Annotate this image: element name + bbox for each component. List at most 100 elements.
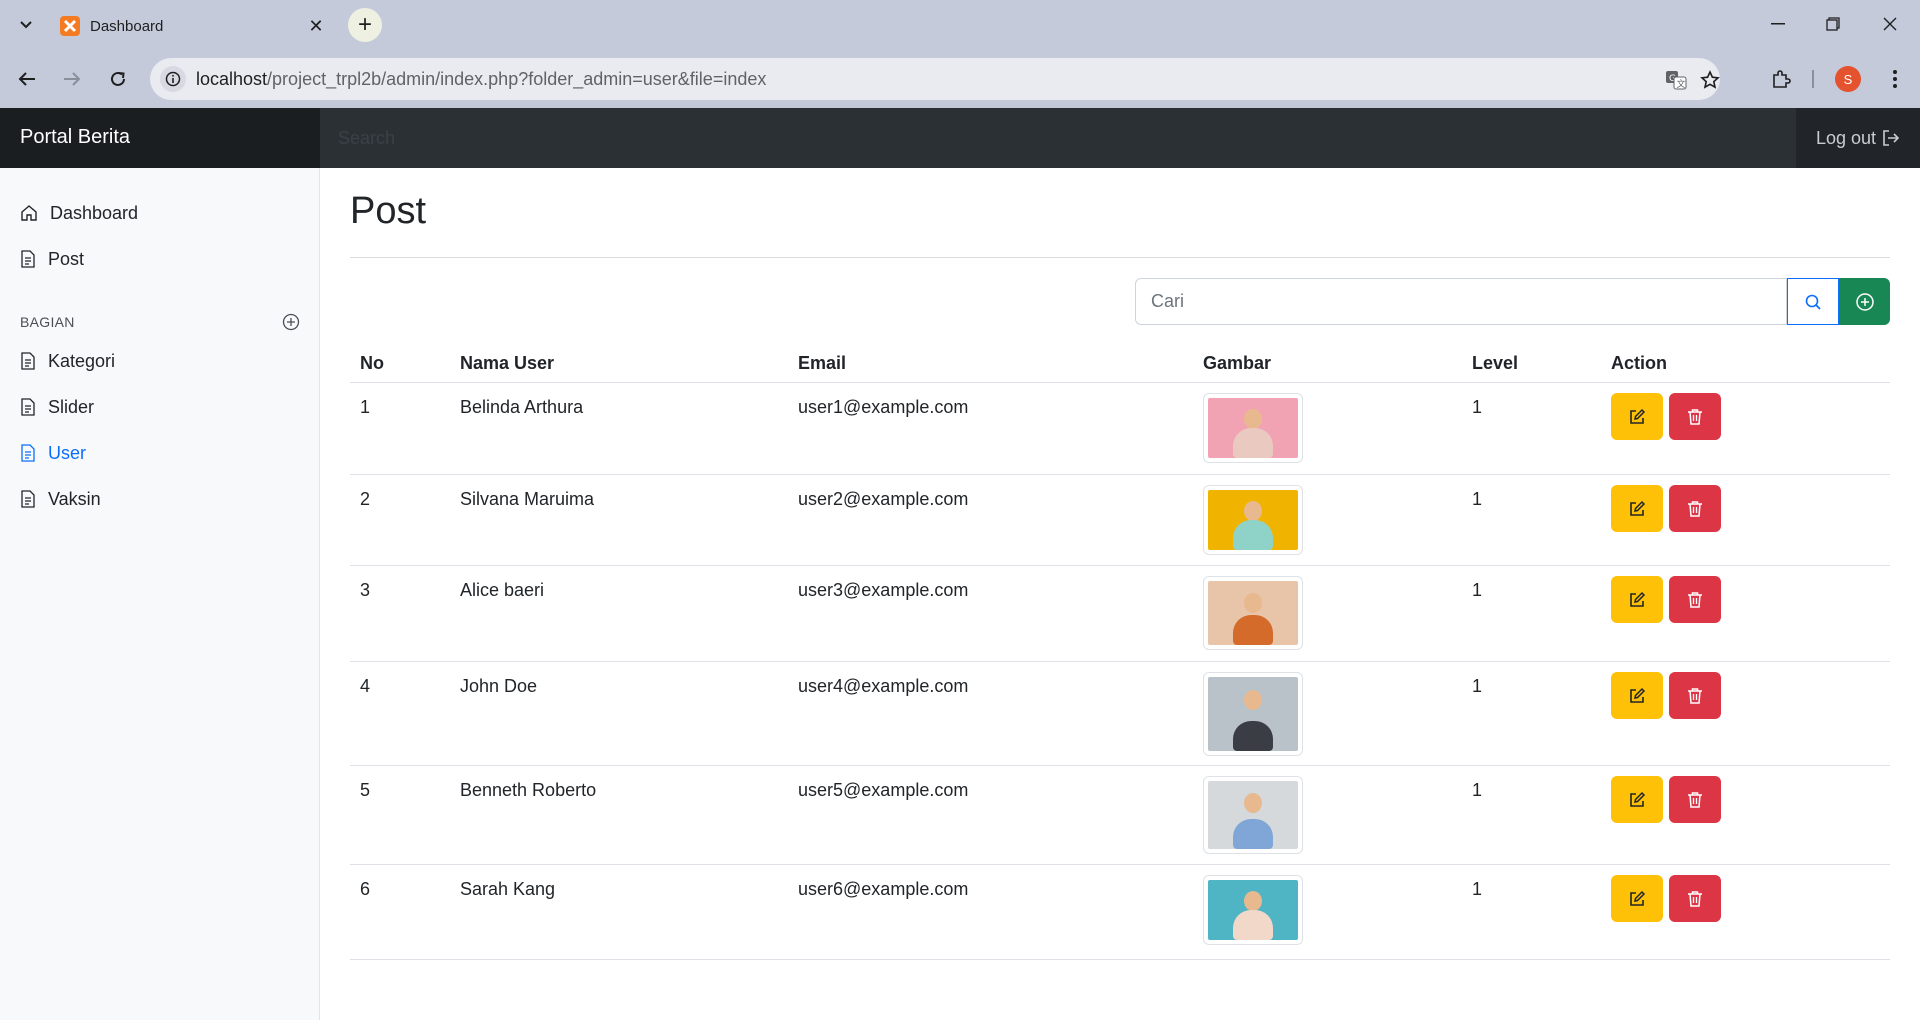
table-row: 1 Belinda Arthura user1@example.com 1 xyxy=(350,383,1890,475)
user-photo-thumbnail xyxy=(1203,485,1303,555)
new-tab-button[interactable]: + xyxy=(348,8,382,42)
sidebar-item-slider[interactable]: Slider xyxy=(20,392,94,422)
file-icon xyxy=(21,250,35,268)
user-photo xyxy=(1208,398,1298,458)
trash-icon xyxy=(1688,591,1702,608)
cell-name: Silvana Maruima xyxy=(460,489,595,509)
trash-icon xyxy=(1688,408,1702,425)
url-text[interactable]: localhost/project_trpl2b/admin/index.php… xyxy=(196,69,766,90)
divider xyxy=(350,257,1890,258)
pencil-square-icon xyxy=(1630,500,1646,516)
user-photo-thumbnail xyxy=(1203,393,1303,463)
delete-button[interactable] xyxy=(1669,672,1721,719)
tab-title: Dashboard xyxy=(90,18,164,35)
edit-button[interactable] xyxy=(1611,576,1663,623)
extensions-icon[interactable] xyxy=(1766,64,1796,94)
edit-button[interactable] xyxy=(1611,393,1663,440)
browser-tab-bar: Dashboard ✕ + xyxy=(0,0,1920,50)
pencil-square-icon xyxy=(1630,791,1646,807)
sidebar-item-post[interactable]: Post xyxy=(20,244,84,274)
sidebar-item-user[interactable]: User xyxy=(20,438,86,468)
pencil-square-icon xyxy=(1630,591,1646,607)
restore-icon[interactable] xyxy=(1813,10,1853,38)
address-bar[interactable]: localhost/project_trpl2b/admin/index.php… xyxy=(150,58,1720,100)
profile-avatar[interactable]: S xyxy=(1835,66,1861,92)
sidebar-item-dashboard[interactable]: Dashboard xyxy=(20,198,138,228)
brand-title[interactable]: Portal Berita xyxy=(0,108,320,168)
sidebar-item-label: User xyxy=(48,442,87,463)
table-row: 2 Silvana Maruima user2@example.com 1 xyxy=(350,475,1890,566)
close-icon[interactable]: ✕ xyxy=(306,16,326,36)
user-photo xyxy=(1208,880,1298,940)
search-icon xyxy=(1805,294,1821,310)
edit-button[interactable] xyxy=(1611,672,1663,719)
cell-no: 5 xyxy=(360,780,371,800)
cell-name: Benneth Roberto xyxy=(460,780,597,800)
menu-kebab-icon[interactable] xyxy=(1880,64,1910,94)
file-icon xyxy=(21,352,35,370)
search-button[interactable] xyxy=(1787,278,1839,325)
table-row: 5 Benneth Roberto user5@example.com 1 xyxy=(350,766,1890,865)
browser-toolbar: localhost/project_trpl2b/admin/index.php… xyxy=(0,50,1920,108)
delete-button[interactable] xyxy=(1669,393,1721,440)
cell-name: Belinda Arthura xyxy=(460,397,584,417)
delete-button[interactable] xyxy=(1669,485,1721,532)
reload-icon[interactable] xyxy=(103,64,133,94)
house-icon xyxy=(21,205,37,221)
tab-list-button[interactable] xyxy=(12,12,40,38)
edit-button[interactable] xyxy=(1611,485,1663,532)
cell-no: 3 xyxy=(360,580,371,600)
cell-level: 1 xyxy=(1472,397,1483,417)
column-header: Level xyxy=(1472,353,1519,373)
file-icon xyxy=(21,398,35,416)
delete-button[interactable] xyxy=(1669,875,1721,922)
logout-label: Log out xyxy=(1815,127,1877,148)
sidebar-item-label: Dashboard xyxy=(50,202,139,223)
table-row: 4 John Doe user4@example.com 1 xyxy=(350,662,1890,766)
table-row: 3 Alice baeri user3@example.com 1 xyxy=(350,566,1890,662)
star-icon[interactable] xyxy=(1698,68,1722,92)
cell-name: John Doe xyxy=(460,676,538,696)
user-photo xyxy=(1208,581,1298,645)
edit-button[interactable] xyxy=(1611,776,1663,823)
navbar-search-input[interactable] xyxy=(320,108,1796,168)
cell-no: 6 xyxy=(360,879,371,899)
delete-button[interactable] xyxy=(1669,776,1721,823)
trash-icon xyxy=(1688,791,1702,808)
pencil-square-icon xyxy=(1630,890,1646,906)
column-header: Gambar xyxy=(1203,353,1272,373)
sidebar-item-label: Kategori xyxy=(48,350,116,371)
plus-circle-icon[interactable] xyxy=(280,311,302,333)
sidebar-item-vaksin[interactable]: Vaksin xyxy=(20,484,101,514)
plus-circle-icon xyxy=(1855,292,1874,311)
cell-level: 1 xyxy=(1472,489,1483,509)
logout-link[interactable]: Log out xyxy=(1796,108,1920,168)
app-navbar: Portal Berita Log out xyxy=(0,108,1920,168)
url-path: /project_trpl2b/admin/index.php?folder_a… xyxy=(267,69,767,89)
back-icon[interactable] xyxy=(12,64,42,94)
trash-icon xyxy=(1688,890,1702,907)
user-photo xyxy=(1208,677,1298,751)
xampp-favicon-icon xyxy=(60,16,80,36)
column-header: No xyxy=(360,353,384,373)
user-photo xyxy=(1208,781,1298,849)
forward-icon[interactable] xyxy=(57,64,87,94)
browser-tab[interactable]: Dashboard ✕ xyxy=(46,8,336,50)
file-icon xyxy=(21,444,35,462)
delete-button[interactable] xyxy=(1669,576,1721,623)
site-info-icon[interactable] xyxy=(160,66,186,92)
cell-email: user4@example.com xyxy=(798,676,969,696)
column-header: Nama User xyxy=(460,353,555,373)
cell-level: 1 xyxy=(1472,676,1483,696)
window-close-icon[interactable] xyxy=(1870,10,1910,38)
url-host: localhost xyxy=(196,69,268,89)
table-search-group xyxy=(1135,278,1890,325)
trash-icon xyxy=(1688,500,1702,517)
search-input[interactable] xyxy=(1135,278,1787,325)
minimize-icon[interactable] xyxy=(1758,10,1798,38)
edit-button[interactable] xyxy=(1611,875,1663,922)
translate-icon[interactable]: G文 xyxy=(1664,68,1688,92)
sidebar-item-kategori[interactable]: Kategori xyxy=(20,346,115,376)
sidebar-item-label: Slider xyxy=(48,396,95,417)
add-user-button[interactable] xyxy=(1839,278,1890,325)
